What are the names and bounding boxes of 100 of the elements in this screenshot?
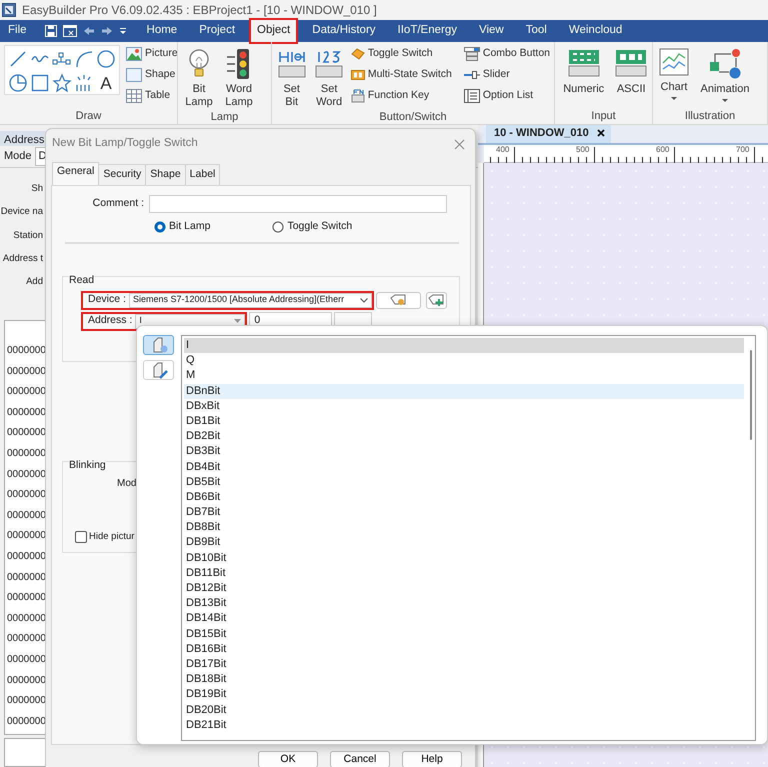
list-item[interactable]: DB21Bit [184,718,744,733]
list-row[interactable]: 0000000 [7,572,46,583]
menu-tab[interactable]: Weincloud [560,18,630,44]
ribbon-button[interactable]: Option List [482,88,534,104]
list-item[interactable]: DB8Bit [184,520,744,536]
star-icon[interactable] [52,73,72,93]
menu-tab[interactable]: Object [249,18,298,44]
ribbon-button[interactable]: Picture [145,46,177,62]
list-item[interactable]: Q [184,353,744,368]
list-item[interactable]: DB10Bit [184,550,744,566]
dialog-button[interactable]: Help [402,750,462,767]
tool-button[interactable] [143,360,174,380]
ribbon-button[interactable]: Word Lamp [222,45,256,109]
text-tool[interactable]: A [100,74,112,92]
ribbon-button[interactable]: Toggle Switch [368,46,433,62]
list-row[interactable]: 0000000 [7,448,46,459]
line-icon[interactable] [8,49,28,69]
list-row[interactable]: 0000000 [7,716,46,727]
menu-tab[interactable]: IIoT/Energy [390,18,465,44]
list-item[interactable]: DB17Bit [184,656,744,672]
ribbon-button[interactable]: Function Key [368,88,430,104]
list-item[interactable]: DB19Bit [184,687,744,702]
ribbon-button[interactable]: Set Bit [276,45,308,109]
checkbox[interactable] [75,530,87,543]
ribbon-button[interactable]: Chart [657,45,691,108]
menu-tab[interactable]: Project [191,18,244,44]
menu-tab[interactable]: Tool [518,18,555,44]
icon-button[interactable] [376,292,421,308]
list-item[interactable]: DB12Bit [184,581,744,596]
circle-icon[interactable] [96,49,116,69]
list-row[interactable]: 0000000 [7,427,46,438]
undo-icon[interactable] [82,26,95,36]
dialog-button[interactable]: Cancel [330,750,390,767]
ribbon-button[interactable]: Bit Lamp [182,45,216,109]
redo-icon[interactable] [100,26,113,36]
ribbon-button[interactable]: Multi-State Switch [368,67,452,83]
ribbon-button[interactable]: Combo Button [482,46,550,62]
list-row[interactable]: 0000000 [7,550,46,562]
list-row[interactable]: 0000000 [7,366,46,377]
list-row[interactable]: 0000000 [7,489,46,500]
list-row[interactable]: 0000000 [7,468,46,480]
list-item[interactable]: DB20Bit [184,702,744,718]
arc-icon[interactable] [74,49,94,69]
device-select[interactable]: Siemens S7-1200/1500 [Absolute Addressing](Etherr [128,292,372,308]
caret-icon[interactable] [722,99,728,102]
list-item[interactable]: DB5Bit [184,474,744,490]
list-row[interactable]: 0000000 [7,530,46,542]
list-row[interactable]: 0000000 [7,510,46,521]
list-item[interactable]: DB2Bit [184,429,744,444]
ribbon-button[interactable]: ASCII [614,45,648,108]
list-item[interactable]: DB6Bit [184,490,744,506]
ribbon-button[interactable]: Animation [697,45,753,108]
list-item[interactable]: DB11Bit [184,566,744,581]
list-row[interactable]: 0000000 [7,406,46,418]
list-row[interactable]: 0000000 [7,612,46,624]
save-icon[interactable] [44,25,57,37]
caret-icon[interactable] [671,97,677,100]
rectangle-icon[interactable] [30,73,50,93]
checkbox-option[interactable]: Hide pictur [75,530,134,544]
customize-icon[interactable] [118,26,127,36]
list-item[interactable]: DB9Bit [184,535,744,551]
radio-option[interactable]: Bit Lamp [154,218,210,234]
menu-tab[interactable]: Home [138,18,186,44]
radio-option[interactable]: Toggle Switch [272,218,352,234]
menu-tab[interactable]: Data/History [304,18,384,44]
list-item[interactable]: DB14Bit [184,611,744,627]
list-item[interactable]: DB4Bit [184,460,744,475]
menu-tab[interactable]: File [0,18,35,44]
list-item[interactable]: DB7Bit [184,505,744,520]
pie-chart-icon[interactable] [8,73,28,93]
list-item[interactable]: DB13Bit [184,596,744,612]
ribbon-button[interactable]: Table [145,88,170,104]
ribbon-button[interactable]: Slider [482,67,510,83]
list-item[interactable]: DB15Bit [184,626,744,642]
tool-button[interactable] [143,335,174,355]
ribbon-button[interactable]: Set Word [313,45,345,109]
list-row[interactable]: 0000000 [7,592,46,604]
editor-tab[interactable]: 10 - WINDOW_010 [486,125,611,143]
menu-tab[interactable]: View [471,18,512,44]
dialog-tab[interactable]: Label [184,164,220,185]
list-item[interactable]: DB3Bit [184,444,744,460]
comment-field[interactable] [149,194,447,213]
list-row[interactable]: 0000000 [7,345,46,356]
list-item[interactable]: DBxBit [184,398,744,414]
scrollbar-thumb[interactable] [750,350,752,440]
list-item[interactable]: I [184,338,744,354]
ribbon-button[interactable]: Shape [145,67,176,83]
list-item[interactable]: DB1Bit [184,414,744,430]
list-row[interactable]: 0000000 [7,695,46,706]
list-item[interactable]: DBnBit [184,384,744,399]
list-row[interactable]: 0000000 [7,386,46,398]
list-row[interactable]: 0000000 [7,633,46,644]
list-row[interactable]: 0000000 [7,674,46,686]
window-icon[interactable] [62,25,77,37]
icon-button[interactable] [426,292,447,308]
dialog-button[interactable]: OK [258,750,318,767]
close-icon[interactable] [596,128,605,137]
list-row[interactable]: 0000000 [7,654,46,665]
list-item[interactable]: M [184,368,744,384]
ribbon-button[interactable]: Numeric [559,45,608,108]
